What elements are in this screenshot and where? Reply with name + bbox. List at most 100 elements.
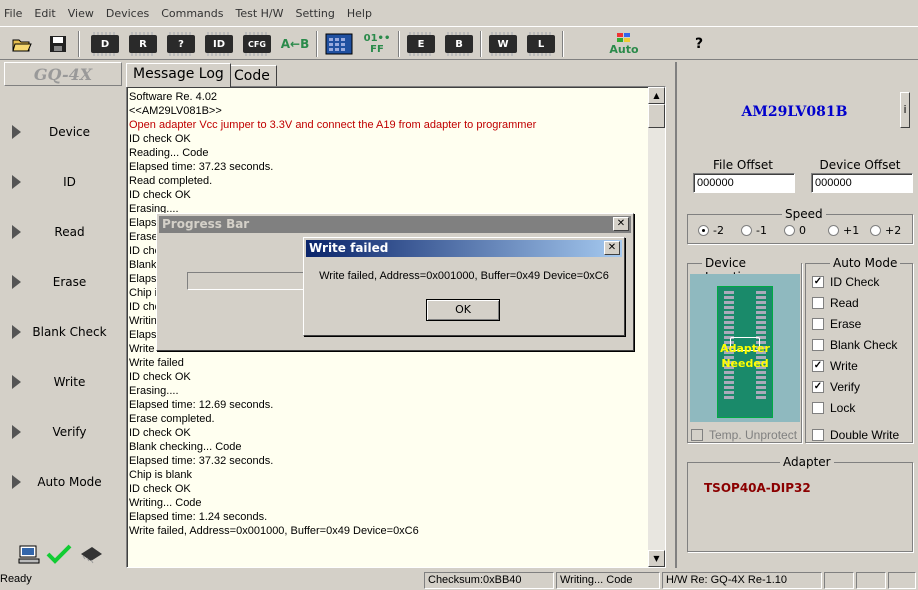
- progress-dialog-title: Progress Bar: [159, 216, 631, 233]
- adapter-needed-label: Adapter Needed: [720, 342, 770, 370]
- socket-image: Adapter Needed: [690, 274, 800, 422]
- auto-icon[interactable]: Auto: [604, 30, 644, 58]
- toolbar: D R ? ID CFG A←B 01••FF E B W L Auto ?: [0, 26, 918, 60]
- speed-option-label: 0: [799, 224, 806, 237]
- tab-message-log[interactable]: Message Log: [126, 63, 231, 87]
- speed-radio[interactable]: -2: [698, 224, 724, 237]
- nav-id[interactable]: ID: [0, 162, 124, 202]
- id-chip-icon[interactable]: ID: [202, 30, 236, 58]
- menu-file[interactable]: File: [2, 7, 28, 20]
- binary-label: 01••FF: [363, 33, 391, 55]
- scroll-thumb[interactable]: [648, 104, 665, 128]
- status-bar: Ready Checksum:0xBB40 Writing... Code H/…: [0, 570, 918, 590]
- auto-read-checkbox[interactable]: Read: [812, 296, 859, 310]
- dialog-close-icon[interactable]: ✕: [604, 241, 620, 255]
- double-write-checkbox[interactable]: Double Write: [812, 428, 899, 442]
- file-offset-input[interactable]: 000000: [693, 173, 795, 193]
- a-b-compare-icon[interactable]: A←B: [278, 30, 312, 58]
- speed-radio[interactable]: -1: [741, 224, 767, 237]
- file-offset-label: File Offset: [713, 158, 773, 172]
- menu-test-h-w[interactable]: Test H/W: [229, 7, 289, 20]
- help-icon[interactable]: ?: [686, 30, 712, 58]
- nav-device[interactable]: Device: [0, 112, 124, 152]
- lock-chip-icon[interactable]: L: [524, 30, 558, 58]
- temp-unprotect-checkbox[interactable]: Temp. Unprotect: [691, 428, 797, 442]
- status-operation: Writing... Code: [556, 572, 660, 589]
- ok-button[interactable]: OK: [426, 299, 500, 321]
- auto-erase-checkbox[interactable]: Erase: [812, 317, 861, 331]
- blank-chip-label: B: [445, 32, 473, 56]
- verify-chip-label: ?: [167, 32, 195, 56]
- log-line: Reading... Code: [129, 147, 209, 159]
- auto-write-checkbox[interactable]: ✓ Write: [812, 359, 858, 373]
- verify-chip-icon[interactable]: ?: [164, 30, 198, 58]
- auto-verify-checkbox[interactable]: ✓ Verify: [812, 380, 860, 394]
- nav-read[interactable]: Read: [0, 212, 124, 252]
- nav-write[interactable]: Write: [0, 362, 124, 402]
- nav-label: Write: [53, 375, 86, 389]
- speed-radio[interactable]: 0: [784, 224, 806, 237]
- device-location-group: Device Location AdapterNeeded Temp. Unpr…: [687, 256, 802, 443]
- triangle-icon: [12, 175, 21, 189]
- scroll-up-icon[interactable]: ▲: [648, 87, 665, 104]
- auto-item-label: Lock: [830, 401, 856, 415]
- auto-blank-check-checkbox[interactable]: Blank Check: [812, 338, 897, 352]
- menu-edit[interactable]: Edit: [28, 7, 61, 20]
- save-icon[interactable]: [44, 30, 72, 58]
- log-line: <<AM29LV081B>>: [129, 105, 222, 117]
- menu-devices[interactable]: Devices: [100, 7, 155, 20]
- read-chip-icon[interactable]: R: [126, 30, 160, 58]
- blank-chip-icon[interactable]: B: [442, 30, 476, 58]
- computer-icon: [18, 545, 40, 564]
- progress-close-icon[interactable]: ✕: [613, 217, 629, 231]
- nav-verify[interactable]: Verify: [0, 412, 124, 452]
- menu-bar: File Edit View Devices Commands Test H/W Setti…: [0, 0, 918, 26]
- menu-help[interactable]: Help: [341, 7, 378, 20]
- write-failed-dialog: Write failed ✕ Write failed, Address=0x0…: [303, 237, 625, 336]
- open-icon[interactable]: [8, 30, 36, 58]
- device-offset-label: Device Offset: [819, 158, 901, 172]
- device-chip-icon[interactable]: D: [88, 30, 122, 58]
- log-line: Chip is blank: [129, 469, 192, 481]
- triangle-icon: [12, 425, 21, 439]
- nav-auto-mode[interactable]: Auto Mode: [0, 462, 124, 502]
- speed-radio[interactable]: +2: [870, 224, 901, 237]
- log-line: Writing... Code: [129, 497, 202, 509]
- log-line: Blank checking... Code: [129, 441, 242, 453]
- log-line: Erasing....: [129, 385, 179, 397]
- binary-icon[interactable]: 01••FF: [360, 30, 394, 58]
- nav-blank-check[interactable]: Blank Check: [0, 312, 124, 352]
- speed-option-label: +2: [885, 224, 902, 237]
- device-offset-input[interactable]: 000000: [811, 173, 913, 193]
- hex-editor-icon[interactable]: [322, 30, 356, 58]
- nav-label: Blank Check: [32, 325, 107, 339]
- nav-label: Read: [54, 225, 85, 239]
- log-line: Elapsed time: 37.32 seconds.: [129, 455, 274, 467]
- log-line: Elapsed time: 1.24 seconds.: [129, 511, 268, 523]
- adapter-group: Adapter TSOP40A-DIP32: [687, 455, 913, 552]
- auto-id-check-checkbox[interactable]: ✓ ID Check: [812, 275, 879, 289]
- status-pane-empty-1: [824, 572, 854, 589]
- log-line: Elapsed time: 37.23 seconds.: [129, 161, 274, 173]
- log-scrollbar[interactable]: ▲ ▼: [648, 87, 665, 567]
- info-button[interactable]: i: [900, 92, 910, 128]
- speed-label: Speed: [782, 207, 826, 221]
- cfg-chip-icon[interactable]: CFG: [240, 30, 274, 58]
- erase-chip-label: E: [407, 32, 435, 56]
- scroll-down-icon[interactable]: ▼: [648, 550, 665, 567]
- log-line: Open adapter Vcc jumper to 3.3V and conn…: [129, 119, 537, 131]
- write-failed-title: Write failed: [306, 240, 622, 257]
- tab-code[interactable]: Code: [227, 65, 277, 87]
- gq4x-logo: GQ-4X: [4, 62, 122, 86]
- menu-commands[interactable]: Commands: [155, 7, 229, 20]
- log-line: ID check OK: [129, 427, 191, 439]
- nav-label: ID: [63, 175, 76, 189]
- menu-setting[interactable]: Setting: [290, 7, 341, 20]
- auto-lock-checkbox[interactable]: Lock: [812, 401, 855, 415]
- write-chip-icon[interactable]: W: [486, 30, 520, 58]
- menu-view[interactable]: View: [62, 7, 100, 20]
- auto-label: Auto: [609, 42, 639, 56]
- nav-erase[interactable]: Erase: [0, 262, 124, 302]
- erase-chip-icon[interactable]: E: [404, 30, 438, 58]
- speed-radio[interactable]: +1: [828, 224, 859, 237]
